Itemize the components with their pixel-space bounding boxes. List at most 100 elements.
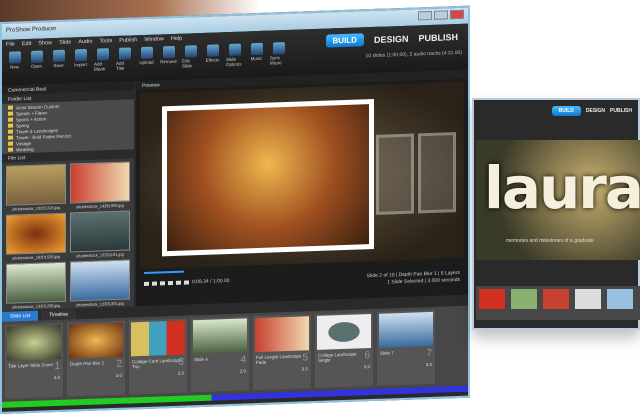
fullscreen-icon[interactable] (184, 280, 189, 285)
toolbar-open[interactable]: Open (28, 50, 45, 74)
toolbar-effects[interactable]: Effects (204, 44, 221, 68)
slide-duration[interactable]: 3.0 (5, 375, 63, 382)
menu-audio[interactable]: Audio (78, 39, 92, 45)
toolbar-slide-options[interactable]: Slide Options (226, 43, 243, 68)
tool-label: Open (30, 63, 42, 69)
mode-design[interactable]: DESIGN (586, 108, 605, 114)
slide-options-icon (228, 43, 241, 57)
slide-item[interactable]: Collage Card Landscape Trio 3 3.0 (129, 318, 187, 395)
menu-help[interactable]: Help (171, 36, 182, 42)
menu-edit[interactable]: Edit (22, 41, 31, 47)
slide-item[interactable]: Slide 4 4 3.0 (191, 316, 249, 393)
window-title: ProShow Producer (6, 26, 57, 34)
slide-duration[interactable]: 3.0 (129, 370, 187, 377)
preview-stage: laura memories and milestones of a gradu… (476, 140, 640, 260)
tool-label: Edit Slide (182, 58, 193, 69)
menu-file[interactable]: File (6, 41, 15, 47)
slide-thumb[interactable] (607, 289, 633, 309)
toolbar-edit-slide[interactable]: Edit Slide (182, 45, 199, 69)
file-item[interactable]: shutterstock_10201318.jpg (6, 163, 66, 212)
rewind-icon[interactable] (144, 281, 149, 286)
slide-item[interactable]: Title Layer Slide Zoom 1 3.0 (5, 322, 63, 399)
slide-number: 6 (364, 350, 370, 362)
slide-thumb[interactable] (543, 289, 569, 309)
slide-thumb[interactable] (575, 289, 601, 309)
preview-panel: Preview 0:09.34 / 1:00.00 Slide 2 of 10 … (136, 69, 468, 307)
menu-slide[interactable]: Slide (59, 40, 71, 46)
effects-icon (206, 44, 219, 57)
mode-design[interactable]: DESIGN (374, 33, 409, 44)
toolbar-new[interactable]: New (6, 51, 23, 75)
save-icon (52, 49, 65, 63)
menu-show[interactable]: Show (38, 40, 52, 46)
playback-progress[interactable] (144, 270, 184, 274)
tool-label: Effects (205, 57, 220, 63)
file-item[interactable]: shutterstock_12301301.jpg (70, 259, 130, 307)
close-button[interactable] (450, 9, 464, 20)
file-item[interactable]: shutterstock_16201535.jpg (6, 212, 66, 261)
stop-icon[interactable] (168, 280, 173, 286)
slide-number: 3 (178, 356, 184, 368)
tool-label: Remove (160, 58, 177, 65)
menu-window[interactable]: Window (144, 36, 164, 43)
open-icon (30, 50, 43, 63)
add-title-icon (118, 47, 131, 60)
mode-build[interactable]: BUILD (325, 33, 364, 48)
second-window: BUILD DESIGN PUBLISH laura memories and … (472, 98, 640, 330)
slide-duration[interactable]: 3.0 (315, 364, 373, 371)
file-item[interactable]: shutterstock_13201191.jpg (70, 210, 130, 258)
preview-photo (162, 98, 374, 257)
sync-music-icon (272, 42, 285, 55)
subtitle-text: memories and milestones of a graduate (506, 238, 594, 244)
tool-label: New (9, 64, 19, 70)
toolbar-add-blank[interactable]: Add Blank (94, 48, 111, 72)
toolbar-save[interactable]: Save (50, 49, 67, 74)
slide-duration[interactable]: 3.0 (191, 368, 249, 375)
preview-stage (140, 81, 464, 270)
slide-item[interactable]: Collage Landscape Single 6 3.0 (315, 311, 373, 388)
toolbar-sync-music[interactable]: Sync Music (270, 42, 287, 66)
toolbar-add-title[interactable]: Add Title (116, 47, 133, 71)
slide-number: 5 (302, 352, 308, 364)
tool-label: Slide Options (226, 56, 242, 68)
play-icon[interactable] (160, 281, 165, 286)
mode-publish[interactable]: PUBLISH (418, 32, 458, 43)
minimize-button[interactable] (418, 10, 432, 21)
menu-tools[interactable]: Tools (99, 38, 112, 44)
slide-status: Slide 2 of 10 | Depth Pan Blur 1 | 6 Lay… (367, 270, 460, 287)
playback-time: 0:09.34 / 1:00.00 (192, 277, 230, 286)
file-name: shutterstock_13201191.jpg (76, 251, 124, 259)
prev-icon[interactable] (152, 281, 157, 286)
toolbar-import[interactable]: Import (72, 48, 89, 73)
slide-thumb[interactable] (511, 289, 537, 309)
menu-publish[interactable]: Publish (119, 37, 137, 44)
toolbar-upload[interactable]: Upload (138, 46, 155, 71)
toolbar-remove[interactable]: Remove (160, 45, 177, 70)
mode-publish[interactable]: PUBLISH (610, 108, 632, 114)
maximize-button[interactable] (434, 10, 448, 20)
file-item[interactable]: shutterstock_14261909.jpg (70, 161, 130, 209)
slide-thumb[interactable] (479, 289, 505, 309)
tool-label: Save (53, 62, 64, 69)
tool-label: Add Blank (94, 61, 106, 72)
slide-item[interactable]: Depth Pan Blur 1 2 3.0 (67, 320, 125, 397)
toolbar-music[interactable]: Music (248, 42, 265, 67)
slide-duration[interactable]: 3.0 (377, 362, 435, 369)
slide-duration[interactable]: 3.0 (253, 366, 311, 373)
next-icon[interactable] (176, 280, 181, 285)
mode-build[interactable]: BUILD (551, 106, 581, 116)
file-name: shutterstock_16201535.jpg (11, 253, 61, 261)
music-icon (250, 42, 263, 56)
mode-switcher: BUILD DESIGN PUBLISH (551, 106, 632, 116)
file-item[interactable]: shutterstock_13201296.jpg (6, 261, 66, 310)
import-icon (74, 48, 87, 62)
slide-item[interactable]: Slide 7 7 3.0 (377, 309, 435, 386)
slide-number: 4 (240, 354, 246, 366)
slide-duration[interactable]: 3.0 (67, 373, 125, 380)
add-blank-icon (96, 48, 109, 61)
slide-item[interactable]: Full Length Landscape Fade 5 3.0 (253, 314, 311, 391)
tool-label: Upload (139, 59, 154, 66)
file-name: shutterstock_10201318.jpg (11, 204, 61, 212)
left-panel: Commercial Beat Folder List Artist Seaso… (2, 81, 134, 311)
tool-label: Import (74, 61, 87, 68)
